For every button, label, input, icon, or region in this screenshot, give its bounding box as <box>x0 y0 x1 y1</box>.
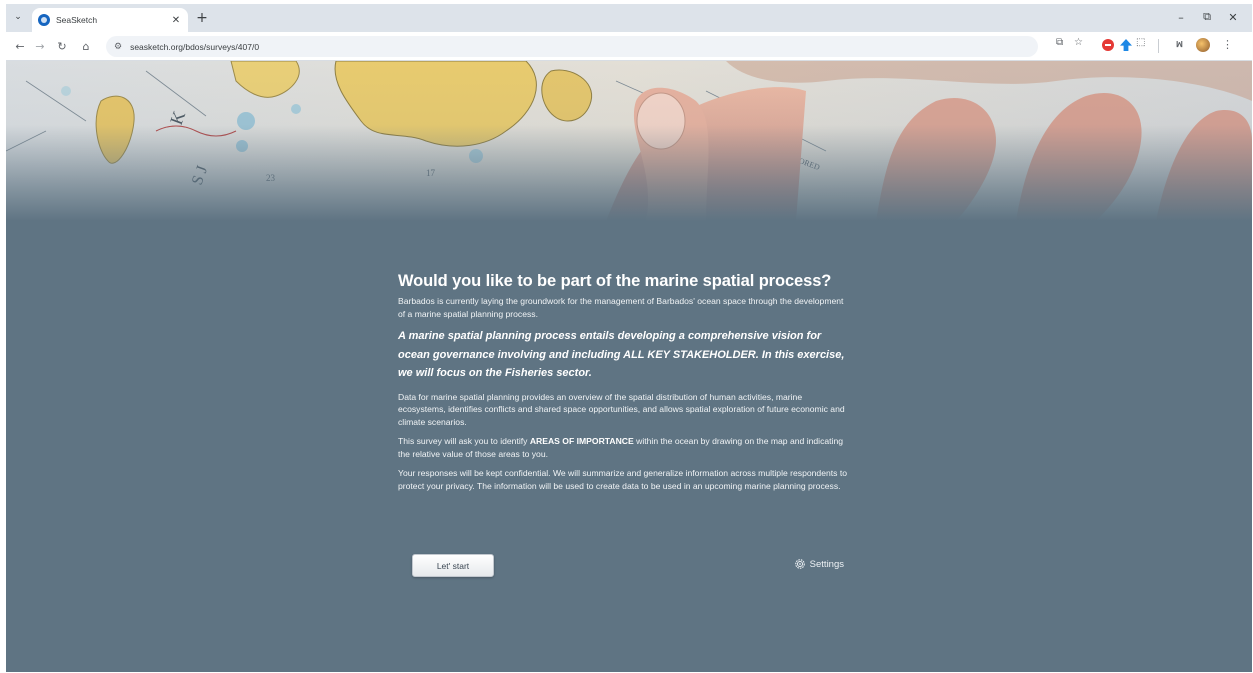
areas-of-importance-text: AREAS OF IMPORTANCE <box>529 436 634 446</box>
close-window-button[interactable]: ✕ <box>1222 8 1244 26</box>
tab-seasketch[interactable]: SeaSketch ✕ <box>32 8 188 32</box>
settings-label: Settings <box>809 558 844 570</box>
restore-button[interactable]: ⧉ <box>1196 8 1218 26</box>
back-button[interactable]: ← <box>12 38 28 54</box>
browser-chrome: ⌄ SeaSketch ✕ + – ⧉ ✕ ← → ↻ ⌂ ⚙ seasketc… <box>6 4 1252 61</box>
share-icon[interactable]: ⧉ <box>1056 37 1063 48</box>
window-controls: – ⧉ ✕ <box>1170 8 1244 26</box>
survey-page: K S J 23 17 8 FOSTERSORED Would you like… <box>6 61 1252 672</box>
toolbar-divider <box>1158 39 1159 53</box>
home-button[interactable]: ⌂ <box>78 38 94 54</box>
minimize-button[interactable]: – <box>1170 8 1192 26</box>
profile-avatar[interactable] <box>1196 38 1210 52</box>
settings-button[interactable]: Settings <box>794 558 844 570</box>
browser-toolbar: ← → ↻ ⌂ ⚙ seasketch.org/bdos/surveys/407… <box>6 32 1252 61</box>
url-text[interactable]: seasketch.org/bdos/surveys/407/0 <box>130 42 259 52</box>
tab-strip: ⌄ SeaSketch ✕ + – ⧉ ✕ <box>6 4 1252 32</box>
reload-button[interactable]: ↻ <box>54 38 70 54</box>
areas-text-before: This survey will ask you to identify <box>398 436 530 446</box>
survey-title: Would you like to be part of the marine … <box>398 272 832 290</box>
extensions-puzzle-icon[interactable]: ⬚ <box>1136 37 1145 48</box>
survey-actions: Let' start Settings <box>412 554 844 578</box>
gear-icon <box>794 559 805 569</box>
emphasis-paragraph: A marine spatial planning process entail… <box>398 330 845 379</box>
hero-nautical-chart-image: K S J 23 17 8 FOSTERSORED <box>6 61 1252 221</box>
address-bar[interactable]: ⚙ seasketch.org/bdos/surveys/407/0 <box>106 36 1038 57</box>
seasketch-favicon-icon <box>38 14 50 26</box>
hero-fade-overlay <box>6 61 1252 221</box>
new-tab-button[interactable]: + <box>194 10 210 26</box>
areas-paragraph: This survey will ask you to identify ARE… <box>398 435 848 460</box>
extension-text-icon[interactable]: ꟽ <box>1176 40 1183 49</box>
adblock-extension-icon[interactable] <box>1102 39 1114 51</box>
tab-search-icon[interactable]: ⌄ <box>10 9 26 25</box>
intro-paragraph: Barbados is currently laying the groundw… <box>398 296 844 319</box>
data-paragraph: Data for marine spatial planning provide… <box>398 391 845 427</box>
privacy-paragraph: Your responses will be kept confidential… <box>398 468 848 491</box>
survey-intro: Would you like to be part of the marine … <box>398 271 848 499</box>
tab-close-icon[interactable]: ✕ <box>170 15 182 26</box>
forward-button[interactable]: → <box>32 38 48 54</box>
start-survey-button[interactable]: Let' start <box>412 554 494 577</box>
browser-menu-icon[interactable]: ⋮ <box>1222 38 1233 51</box>
upload-extension-icon[interactable] <box>1120 39 1132 51</box>
bookmark-star-icon[interactable]: ☆ <box>1074 37 1083 48</box>
tab-title: SeaSketch <box>56 15 98 25</box>
site-info-icon[interactable]: ⚙ <box>114 42 122 52</box>
